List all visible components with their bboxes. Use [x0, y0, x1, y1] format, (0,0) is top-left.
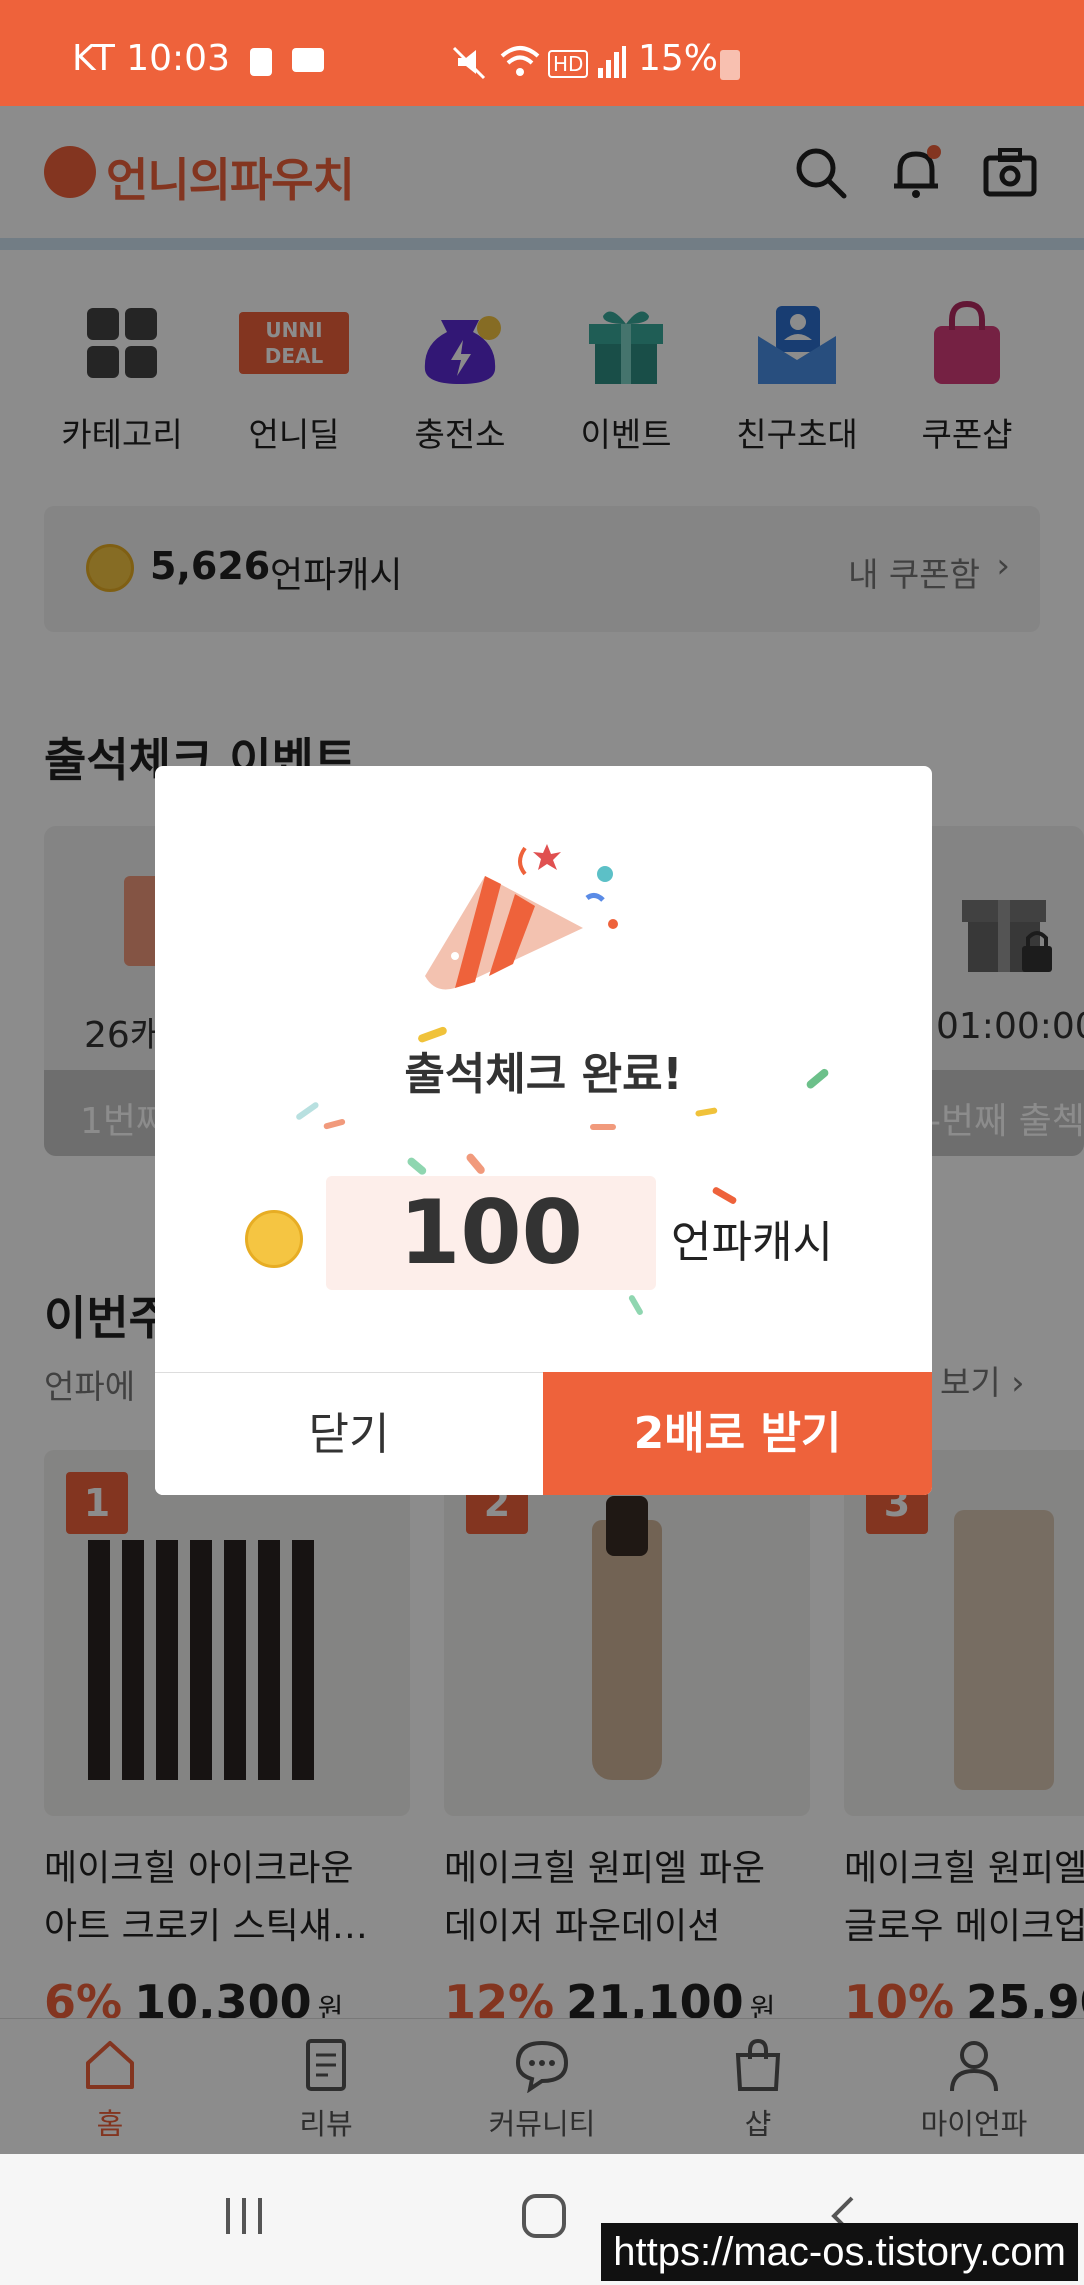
recent-apps-icon[interactable]	[222, 2194, 266, 2238]
hd-badge: HD	[548, 50, 589, 78]
status-bar: KT 10:03 HD 15%	[0, 0, 1084, 106]
coin-icon	[245, 1210, 303, 1268]
watermark: https://mac-os.tistory.com	[601, 2223, 1078, 2281]
double-reward-button[interactable]: 2배로 받기	[543, 1372, 932, 1495]
signal-icon	[598, 46, 626, 78]
reward-amount: 100	[399, 1181, 583, 1284]
battery-percent: 15%	[638, 38, 719, 79]
attendance-complete-dialog: 출석체크 완료! 100 언파캐시 닫기 2배로 받기	[155, 766, 932, 1495]
carrier-time: KT 10:03	[72, 38, 230, 79]
reward-amount-box: 100	[326, 1176, 656, 1290]
close-button[interactable]: 닫기	[155, 1372, 543, 1495]
dialog-title: 출석체크 완료!	[404, 1049, 683, 1100]
wifi-icon	[500, 46, 540, 76]
home-button-icon[interactable]	[520, 2192, 568, 2240]
reward-unit: 언파캐시	[671, 1217, 833, 1268]
battery-alert-icon	[250, 48, 272, 76]
message-icon	[292, 48, 324, 72]
mute-icon	[452, 46, 486, 80]
battery-icon	[720, 50, 740, 80]
